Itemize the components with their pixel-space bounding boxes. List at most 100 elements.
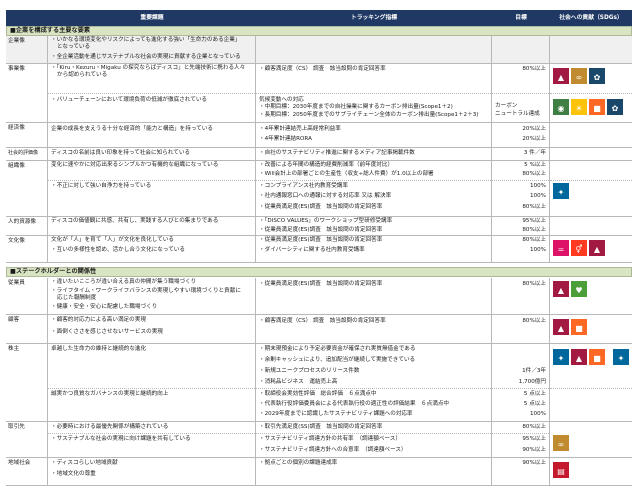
tracking-text: ・サステナビリティ調達方針への合意率 （調達額ベース） bbox=[259, 447, 407, 453]
target-text: 20%以上 bbox=[522, 126, 546, 132]
tracking-text: ・取締役会実効性評価 総合評価 ６点満点中 bbox=[259, 391, 377, 397]
tracking-text: ・従業員満足度(ES)調査 該当設問の肯定回答率 bbox=[259, 281, 383, 287]
row-category: 組織像 bbox=[6, 161, 48, 216]
target-text: 80%以上 bbox=[522, 66, 546, 72]
sdg-7-icon: ☀ bbox=[571, 99, 587, 115]
target-text: 100% bbox=[530, 247, 546, 253]
sdg-12-icon: ∞ bbox=[553, 435, 569, 451]
cubes-icon: ■ bbox=[575, 324, 583, 333]
target-text: 5 点以上 bbox=[523, 391, 546, 397]
problem-text: ・面倒くささを感じさせないサービスの実現 bbox=[51, 329, 163, 335]
growth-chart-icon: ▲ bbox=[557, 324, 565, 333]
tracking-text: ・代表執行役評価委員会による代表執行役の適正性の評価結果 ６点満点中 bbox=[259, 401, 450, 407]
tracking-text: ・期末現預金により予定必要資金が確保され実質無借金である bbox=[259, 346, 416, 352]
target-text: 5 %以上 bbox=[524, 162, 546, 168]
tracking-text: ・顧客満足度（CS） 調査 該当設問の肯定回答率 bbox=[259, 66, 386, 72]
header-sdgs: 社会への貢献（SDGs） bbox=[559, 15, 623, 21]
table-row-social-reputation: 社会的評価像 ディスコの名前は良い印象を持って社会に知られている ・自社のサステ… bbox=[6, 148, 632, 161]
table-row-employees: 従業員 ・違いたいこころが違い合える真の仲間が集う職場づくり ・ライフタイム・ワ… bbox=[6, 278, 632, 315]
problem-text: ・バリューチェーンにおいて環境負荷の低減が徹底されている bbox=[51, 97, 208, 103]
target-text: 80%以上 bbox=[522, 227, 546, 233]
tracking-text: ・長期目標：2050年度までのサプライチェーン全体のカーボン排出量(Scope1… bbox=[259, 112, 479, 118]
cubes-icon: ■ bbox=[593, 104, 601, 113]
problem-text: 誠実かつ良質なガバナンスの実現と継続的向上 bbox=[51, 391, 169, 397]
target-text: ニュートラル達成 bbox=[495, 111, 540, 117]
sdg-16-icon: ✦ bbox=[553, 183, 569, 199]
target-text: 95%以上 bbox=[522, 218, 546, 224]
target-text: 1,700億円 bbox=[518, 379, 546, 385]
tracking-text: ・余剰キャッシュにより、追加配当が継続して実施できている bbox=[259, 357, 416, 363]
gender-icon: ⚥ bbox=[575, 245, 583, 254]
dove-icon: ✦ bbox=[557, 188, 565, 197]
target-text: 80%以上 bbox=[522, 281, 546, 287]
row-category: 経済像 bbox=[6, 123, 48, 147]
target-text: 80%以上 bbox=[522, 318, 546, 324]
header-problem: 重要課題 bbox=[140, 15, 164, 21]
sdg-9-icon: ■ bbox=[571, 319, 587, 335]
sdg-17-icon: ✿ bbox=[607, 99, 623, 115]
problem-text: ・互いの多様性を認め、活かし合う文化になっている bbox=[51, 247, 185, 253]
tracking-text: ・Will会計上の部署ごとの生産性（収支÷総人件費）が1.0以上の部署 bbox=[259, 171, 434, 177]
sdg-8-icon: ▲ bbox=[571, 349, 587, 365]
infinity-icon: ∞ bbox=[575, 73, 583, 82]
tracking-text: ・拠点ごとの個別の課題達成率 bbox=[259, 460, 338, 466]
target-text: 100% bbox=[530, 183, 546, 189]
target-text: 100% bbox=[530, 193, 546, 199]
target-text: カーボン bbox=[495, 103, 518, 109]
sdg-8-icon: ▲ bbox=[589, 240, 605, 256]
target-text: 80%以上 bbox=[522, 204, 546, 210]
sdg-5-icon: ⚥ bbox=[571, 240, 587, 256]
target-text: 5 点以上 bbox=[523, 401, 546, 407]
tracking-text: ・コンプライアンス社内教育受講率 bbox=[259, 183, 348, 189]
tracking-text: ・新規ユニークプロセスのリリース件数 bbox=[259, 368, 360, 374]
sdg-4-icon: ▤ bbox=[553, 462, 569, 478]
sdg-17-icon: ✿ bbox=[589, 68, 605, 84]
growth-chart-icon: ▲ bbox=[557, 73, 565, 82]
tracking-text: ・4年累計連結RORA bbox=[259, 136, 312, 142]
row-category: 企業像 bbox=[6, 36, 48, 63]
eye-globe-icon: ◉ bbox=[557, 104, 565, 113]
growth-chart-icon: ▲ bbox=[593, 245, 601, 254]
header-tracking: トラッキング指標 bbox=[350, 15, 398, 21]
equality-icon: = bbox=[557, 245, 565, 254]
problem-text: 企業の成長を支えうる十分な経済的「能力と構造」を持っている bbox=[51, 126, 213, 132]
rings-icon: ✿ bbox=[593, 73, 601, 82]
tracking-text: ・「DISCO VALUES」のワークショップ型研修受講率 bbox=[259, 218, 393, 224]
book-icon: ▤ bbox=[557, 467, 565, 476]
row-category: 文化像 bbox=[6, 236, 48, 262]
sustainability-materiality-table: 重要課題 トラッキング指標 目標 社会への貢献（SDGs） ■企業を構成する主要… bbox=[0, 0, 640, 496]
target-text: 80%以上 bbox=[522, 424, 546, 430]
table-row-local-community: 地域社会 ・ディスコらしい地域貢献 ・地域文化の尊重 ・拠点ごとの個別の課題達成… bbox=[6, 458, 632, 486]
dove-icon: ✦ bbox=[617, 354, 625, 363]
sdg-9-icon: ■ bbox=[589, 99, 605, 115]
problem-text: 応じた報酬制度 bbox=[57, 295, 97, 301]
table-row-business: 事業像 ・「Kiru・Kezuru・Migaku の探究ならばディスコ」と先端技… bbox=[6, 64, 632, 123]
row-category: 顧客 bbox=[6, 315, 48, 343]
tracking-text: ・改善による年間の構造的経費削減率（前年度対比） bbox=[259, 162, 394, 168]
row-category: 人的資源像 bbox=[6, 217, 48, 235]
sdg-10-icon: = bbox=[553, 240, 569, 256]
sdg-8-icon: ▲ bbox=[553, 281, 569, 297]
problem-text: ・必要時における最優先関係が構築されている bbox=[51, 424, 169, 430]
target-text: 90%以上 bbox=[522, 447, 546, 453]
problem-text: から認められている bbox=[57, 72, 108, 78]
tracking-text: ・取引先満足度(SS)調査 該当設問の肯定回答率 bbox=[259, 424, 383, 430]
row-category: 従業員 bbox=[6, 278, 48, 314]
target-text: 90%以上 bbox=[522, 460, 546, 466]
target-text: 20%以上 bbox=[522, 136, 546, 142]
problem-text: ・サステナブルな社会の実現に向け課題を共有している bbox=[51, 436, 191, 442]
tracking-text: ・社内通報窓口への通報に対する対応率 又は 解決率 bbox=[259, 193, 392, 199]
problem-text: ・健康・安全・安心に配慮した職場づくり bbox=[51, 304, 158, 310]
row-category: 社会的評価像 bbox=[6, 148, 48, 160]
sdg-16-icon: ✦ bbox=[553, 349, 569, 365]
problem-text: ディスコの価値観に共感、共有し、実践する人びとの集まりである bbox=[51, 218, 219, 224]
target-text: 100% bbox=[530, 411, 546, 417]
table-row-human-resources: 人的資源像 ディスコの価値観に共感、共有し、実践する人びとの集まりである ・「D… bbox=[6, 217, 632, 236]
sdg-13-icon: ◉ bbox=[553, 99, 569, 115]
table-row-culture: 文化像 文化が「人」を育て「人」が文化を良化している ・互いの多様性を認め、活か… bbox=[6, 236, 632, 263]
tracking-text: ・サステナビリティ調達方針の共有率 （調達額ベース） bbox=[259, 436, 401, 442]
sdg-9-icon: ■ bbox=[589, 349, 605, 365]
problem-text: ・全企業活動を通じサステナブルな社会の実現に貢献する企業となっている bbox=[51, 54, 241, 60]
problem-text: ディスコの名前は良い印象を持って社会に知られている bbox=[51, 150, 191, 156]
problem-text: ・違いたいこころが違い合える真の仲間が集う職場づくり bbox=[51, 279, 197, 285]
